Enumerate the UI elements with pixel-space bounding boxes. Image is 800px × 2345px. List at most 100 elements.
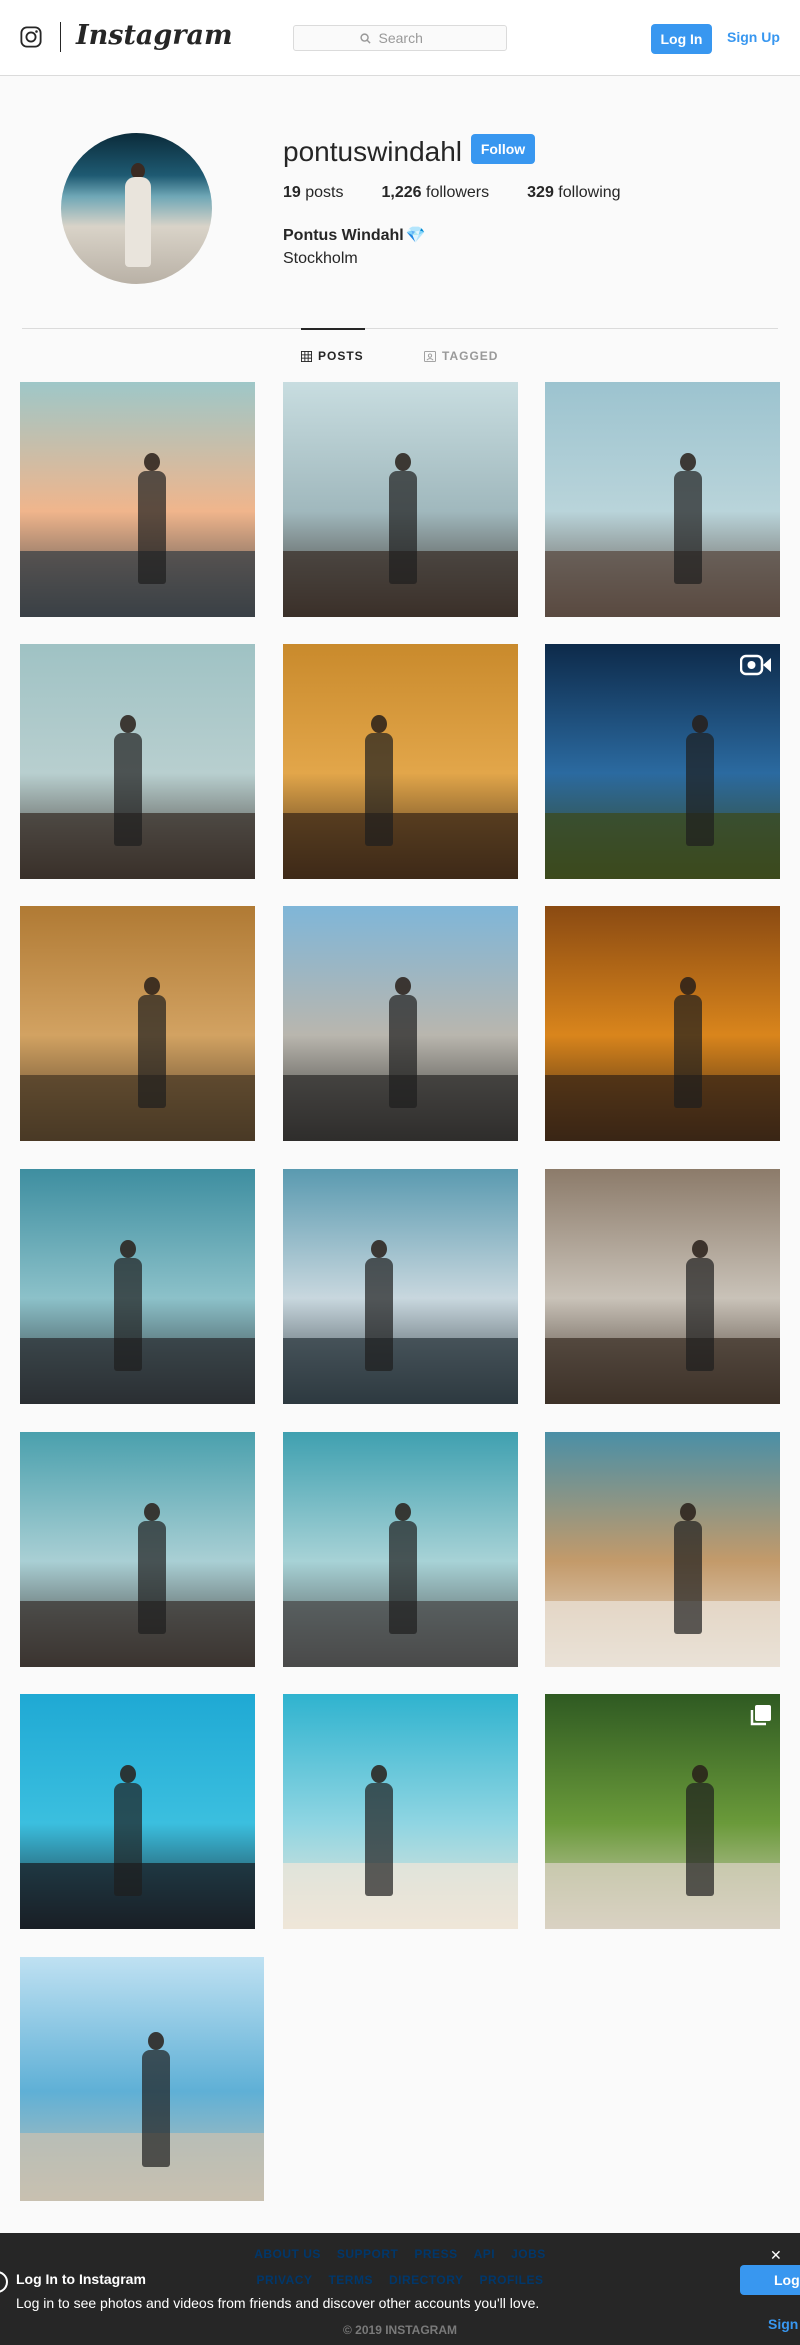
tagged-icon <box>424 350 436 362</box>
scene-person-head <box>148 2032 164 2050</box>
banner-text: Log in to see photos and videos from fri… <box>16 2295 540 2311</box>
footer-link-jobs[interactable]: JOBS <box>511 2247 546 2261</box>
footer-link-terms[interactable]: TERMS <box>328 2273 373 2287</box>
post-thumbnail-man-on-ledge-sky[interactable] <box>20 1169 255 1404</box>
scene-person <box>686 1783 714 1896</box>
tab-tagged-label: TAGGED <box>442 349 499 363</box>
diamond-icon: 💎 <box>405 227 426 244</box>
banner-login-button[interactable]: Log <box>740 2265 800 2295</box>
banner-signup-link[interactable]: Sign <box>768 2316 798 2332</box>
scene-person <box>389 1521 417 1634</box>
footer-link-press[interactable]: PRESS <box>414 2247 457 2261</box>
scene-ground <box>283 1338 518 1404</box>
scene-person <box>138 471 166 584</box>
scene-person <box>674 995 702 1108</box>
post-thumbnail-man-with-white-car[interactable] <box>20 382 255 617</box>
scene-person-head <box>120 715 136 733</box>
search-box[interactable] <box>293 25 507 51</box>
post-thumbnail-waterfall-rocks[interactable] <box>545 1169 780 1404</box>
scene-person-head <box>692 1240 708 1258</box>
footer-link-directory[interactable]: DIRECTORY <box>389 2273 464 2287</box>
tabs-divider <box>22 328 778 329</box>
follow-button[interactable]: Follow <box>471 134 535 164</box>
tab-posts-label: POSTS <box>318 349 364 363</box>
scene-person <box>674 1521 702 1634</box>
post-thumbnail-man-sitting-on-railing[interactable] <box>283 906 518 1141</box>
footer-link-profiles[interactable]: PROFILES <box>479 2273 543 2287</box>
following-stat[interactable]: 329 following <box>527 184 620 202</box>
scene-ground <box>545 813 780 879</box>
scene-person-head <box>395 453 411 471</box>
scene-ground <box>283 813 518 879</box>
active-tab-indicator <box>301 328 365 330</box>
scene-person-head <box>680 453 696 471</box>
scene-person-head <box>692 715 708 733</box>
post-thumbnail-man-in-snowy-village[interactable] <box>545 382 780 617</box>
footer-link-api[interactable]: API <box>474 2247 496 2261</box>
post-thumbnail-man-on-orange-tracks[interactable] <box>545 906 780 1141</box>
profile-avatar[interactable] <box>61 133 212 284</box>
footer-links-row-1: ABOUT US SUPPORT PRESS API JOBS <box>0 2247 800 2261</box>
footer-login-banner: ABOUT US SUPPORT PRESS API JOBS PRIVACY TERMS… <box>0 2233 800 2345</box>
scene-person-head <box>692 1765 708 1783</box>
instagram-wordmark[interactable]: Instagram <box>76 20 233 51</box>
post-thumbnail-face-with-scarf[interactable] <box>545 1432 780 1667</box>
instagram-camera-icon[interactable] <box>20 26 42 48</box>
followers-count: 1,226 <box>381 184 422 201</box>
scene-person <box>114 1258 142 1371</box>
post-thumbnail-beach-aerial-man[interactable] <box>283 1694 518 1929</box>
post-thumbnail-man-on-rooftop[interactable] <box>20 1432 255 1667</box>
scene-person <box>674 471 702 584</box>
profile-full-name: Pontus Windahl 💎 <box>283 225 426 245</box>
scene-person <box>686 733 714 846</box>
avatar-figure-body <box>125 177 151 267</box>
profile-bio: Stockholm <box>283 250 358 267</box>
scene-person <box>365 1258 393 1371</box>
login-button[interactable]: Log In <box>651 24 712 54</box>
scene-person-head <box>144 1503 160 1521</box>
footer-link-privacy[interactable]: PRIVACY <box>257 2273 313 2287</box>
search-input[interactable] <box>376 29 441 47</box>
album-icon <box>750 1705 771 1726</box>
post-thumbnail-three-people-in-field[interactable] <box>545 644 780 879</box>
scene-person <box>114 1783 142 1896</box>
scene-ground <box>545 1863 780 1929</box>
scene-person-head <box>395 977 411 995</box>
followers-stat[interactable]: 1,226 followers <box>382 184 490 202</box>
followers-stat-label: followers <box>426 184 490 201</box>
following-count: 329 <box>527 184 554 201</box>
logo-divider <box>60 22 61 52</box>
posts-stat-label: posts <box>305 184 344 201</box>
footer-link-support[interactable]: SUPPORT <box>337 2247 399 2261</box>
scene-person <box>114 733 142 846</box>
following-stat-label: following <box>558 184 621 201</box>
post-thumbnail-man-in-tropical-garden[interactable] <box>545 1694 780 1929</box>
scene-person-head <box>371 715 387 733</box>
scene-ground <box>545 1601 780 1667</box>
post-thumbnail-man-with-helmet-sea[interactable] <box>20 1694 255 1929</box>
scene-person <box>365 733 393 846</box>
posts-count: 19 <box>283 184 301 201</box>
signup-link[interactable]: Sign Up <box>727 29 780 45</box>
posts-stat: 19 posts <box>283 184 344 202</box>
post-thumbnail-man-on-autumn-tracks[interactable] <box>283 644 518 879</box>
post-thumbnail-man-walking-bridge[interactable] <box>283 1432 518 1667</box>
profile-username: pontuswindahl <box>283 136 463 167</box>
footer-link-about[interactable]: ABOUT US <box>254 2247 321 2261</box>
scene-person <box>138 995 166 1108</box>
grid-icon <box>301 350 312 362</box>
post-thumbnail-man-sitting-coast[interactable] <box>20 1957 264 2201</box>
scene-person-head <box>680 1503 696 1521</box>
scene-person <box>389 995 417 1108</box>
close-icon[interactable]: ✕ <box>770 2247 782 2264</box>
post-thumbnail-man-in-white-pants[interactable] <box>283 1169 518 1404</box>
tab-posts[interactable]: POSTS <box>301 349 364 363</box>
scene-person <box>142 2050 170 2167</box>
tab-tagged[interactable]: TAGGED <box>424 349 498 363</box>
post-thumbnail-man-on-wooden-stairs[interactable] <box>283 382 518 617</box>
post-thumbnail-man-walking-autumn-forest[interactable] <box>20 906 255 1141</box>
post-thumbnail-man-crouching-on-stairs[interactable] <box>20 644 255 879</box>
scene-person-head <box>395 1503 411 1521</box>
scene-person <box>686 1258 714 1371</box>
scene-person-head <box>144 453 160 471</box>
